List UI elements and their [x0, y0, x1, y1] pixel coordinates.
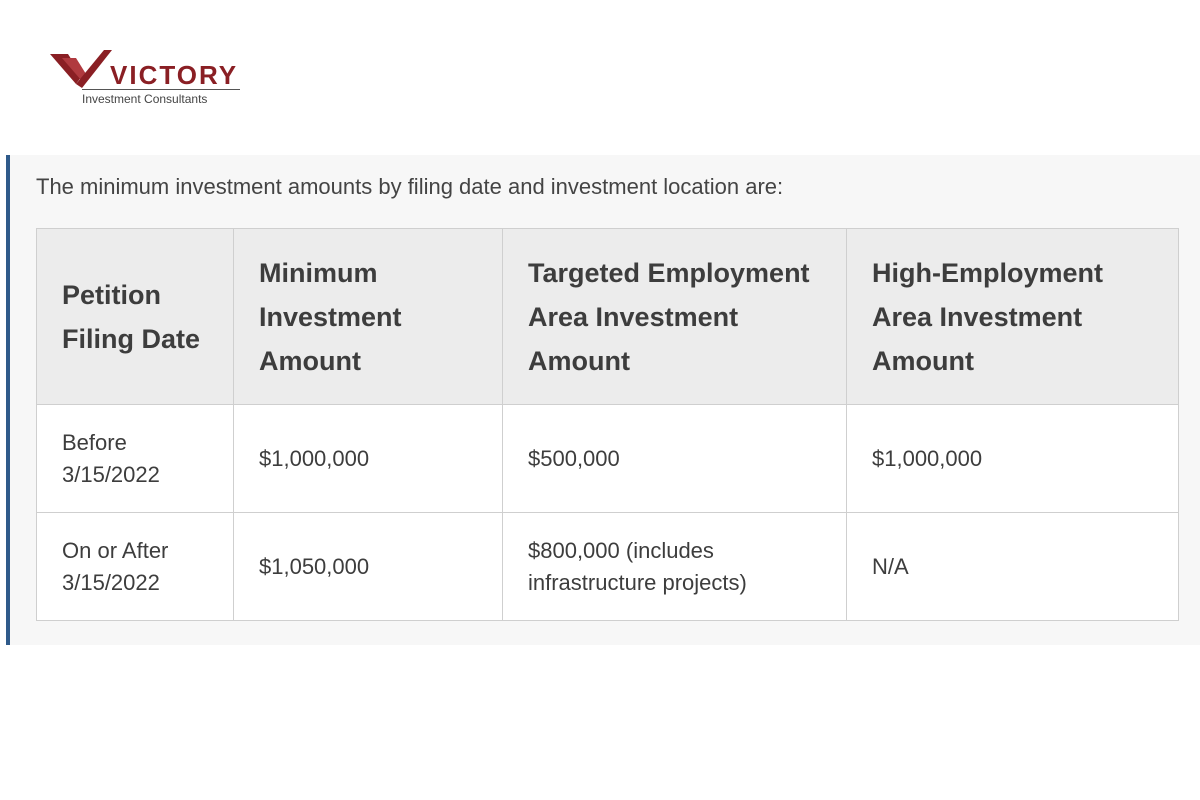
intro-text: The minimum investment amounts by filing…	[36, 174, 784, 199]
table-cell: On or After 3/15/2022	[36, 512, 234, 621]
table-cell: N/A	[846, 512, 1179, 621]
victory-v-logo-icon	[50, 50, 112, 88]
logo-wordmark: VICTORY	[110, 60, 239, 90]
investment-table: Petition Filing Date Minimum Investment …	[36, 228, 1179, 621]
table-cell: $500,000	[502, 404, 847, 513]
logo-divider	[82, 89, 240, 90]
table-cell: $1,050,000	[233, 512, 503, 621]
table-cell: $800,000 (includes infrastructure projec…	[502, 512, 847, 621]
quote-panel: The minimum investment amounts by filing…	[6, 155, 1200, 645]
logo-tagline: Investment Consultants	[82, 92, 208, 106]
column-header-minimum-investment: Minimum Investment Amount	[233, 228, 503, 405]
table-row: On or After 3/15/2022 $1,050,000 $800,00…	[36, 512, 1179, 621]
company-logo: VICTORY Investment Consultants	[48, 46, 248, 110]
column-header-high-employment-investment: High-Employment Area Investment Amount	[846, 228, 1179, 405]
table-cell: Before 3/15/2022	[36, 404, 234, 513]
table-cell: $1,000,000	[233, 404, 503, 513]
table-row: Before 3/15/2022 $1,000,000 $500,000 $1,…	[36, 404, 1179, 513]
table-cell: $1,000,000	[846, 404, 1179, 513]
table-header-row: Petition Filing Date Minimum Investment …	[36, 228, 1179, 405]
column-header-tea-investment: Targeted Employment Area Investment Amou…	[502, 228, 847, 405]
column-header-filing-date: Petition Filing Date	[36, 228, 234, 405]
